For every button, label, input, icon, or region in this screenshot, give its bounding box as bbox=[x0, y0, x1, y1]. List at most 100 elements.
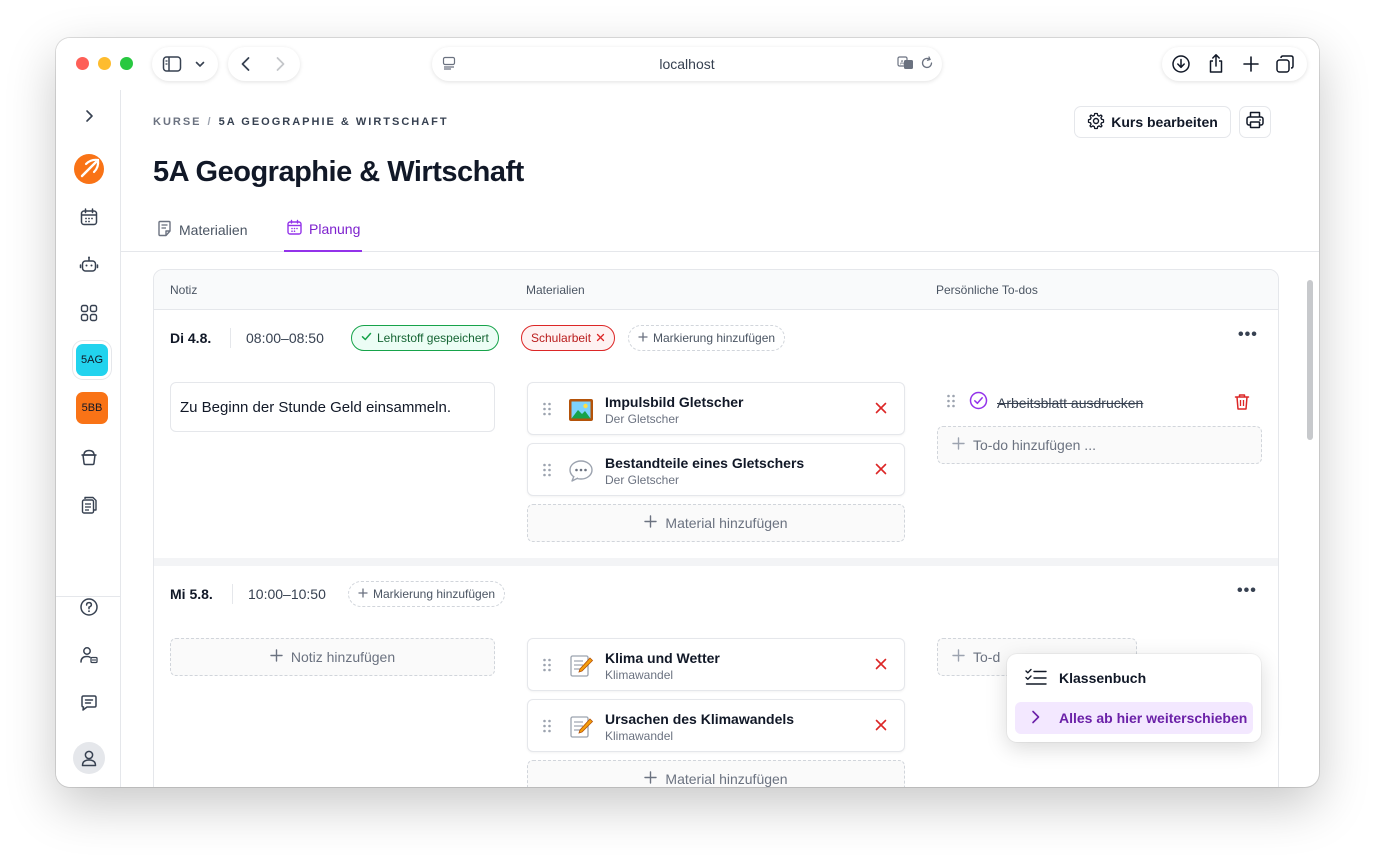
tab-planung[interactable]: Planung bbox=[284, 208, 363, 252]
todo-text: Arbeitsblatt ausdrucken bbox=[997, 395, 1144, 411]
add-material-button[interactable]: Material hinzufügen bbox=[527, 504, 905, 542]
memo-icon bbox=[568, 714, 594, 740]
course-5bb[interactable]: 5BB bbox=[76, 392, 108, 424]
sidebar-toggle-icon[interactable] bbox=[162, 55, 182, 73]
drag-handle-icon[interactable] bbox=[946, 394, 956, 413]
page-menu-icon[interactable] bbox=[442, 56, 456, 70]
column-header-notiz: Notiz bbox=[170, 283, 198, 297]
drag-handle-icon[interactable] bbox=[542, 402, 552, 421]
document-icon bbox=[156, 220, 173, 240]
share-icon[interactable] bbox=[1207, 53, 1225, 75]
expand-sidebar-icon[interactable] bbox=[73, 100, 105, 132]
material-card[interactable]: Ursachen des Klimawandels Klimawandel bbox=[527, 699, 905, 752]
chat-icon[interactable] bbox=[73, 687, 105, 719]
add-todo-label: To-do hinzufügen ... bbox=[973, 437, 1096, 453]
main-content: KURSE / 5A GEOGRAPHIE & WIRTSCHAFT 5A Geog… bbox=[121, 90, 1319, 787]
back-icon[interactable] bbox=[238, 55, 254, 73]
course-label: 5AG bbox=[80, 354, 103, 366]
new-tab-icon[interactable] bbox=[1242, 55, 1260, 73]
plus-icon bbox=[270, 649, 283, 665]
tab-label: Materialien bbox=[179, 222, 248, 238]
drag-handle-icon[interactable] bbox=[542, 719, 552, 738]
add-note-button[interactable]: Notiz hinzufügen bbox=[170, 638, 495, 676]
add-material-button[interactable]: Material hinzufügen bbox=[527, 760, 905, 787]
add-mark-button[interactable]: Markierung hinzufügen bbox=[348, 581, 506, 607]
material-subtitle: Klimawandel bbox=[605, 668, 674, 682]
tab-materialien[interactable]: Materialien bbox=[154, 208, 249, 252]
sidebar-toggle-group bbox=[152, 47, 218, 81]
maximize-window-button[interactable] bbox=[120, 57, 133, 70]
plus-icon bbox=[952, 649, 965, 665]
tab-overview-icon[interactable] bbox=[1275, 54, 1295, 74]
lesson-time: 08:00–08:50 bbox=[246, 330, 324, 346]
material-title: Klima und Wetter bbox=[605, 650, 720, 666]
row-context-menu: Klassenbuch Alles ab hier weiterschieben bbox=[1007, 654, 1261, 742]
note-text: Zu Beginn der Stunde Geld einsammeln. bbox=[180, 398, 451, 416]
edit-course-label: Kurs bearbeiten bbox=[1111, 114, 1218, 130]
remove-material-icon[interactable] bbox=[874, 718, 888, 737]
close-window-button[interactable] bbox=[76, 57, 89, 70]
translate-icon[interactable]: A bbox=[897, 56, 915, 70]
address-bar[interactable]: localhost A bbox=[432, 47, 942, 81]
print-button[interactable] bbox=[1239, 106, 1271, 138]
picture-icon bbox=[568, 397, 594, 423]
more-options-icon[interactable]: ••• bbox=[1237, 582, 1257, 600]
badge-label: Schularbeit bbox=[531, 331, 592, 345]
pot-icon[interactable] bbox=[73, 441, 105, 473]
todo-item[interactable]: Arbeitsblatt ausdrucken bbox=[946, 391, 1143, 415]
menu-item-shift-forward[interactable]: Alles ab hier weiterschieben bbox=[1015, 702, 1253, 734]
check-icon bbox=[361, 331, 372, 345]
material-subtitle: Der Gletscher bbox=[605, 412, 680, 426]
speech-bubble-icon bbox=[568, 458, 594, 484]
add-todo-label: To-d bbox=[973, 649, 1001, 665]
exam-badge[interactable]: Schularbeit bbox=[521, 325, 616, 351]
remove-material-icon[interactable] bbox=[874, 401, 888, 420]
remove-badge-icon[interactable] bbox=[596, 331, 605, 345]
breadcrumb-kurse[interactable]: KURSE bbox=[153, 116, 202, 128]
user-settings-icon[interactable] bbox=[73, 639, 105, 671]
robot-icon[interactable] bbox=[73, 249, 105, 281]
grid-icon[interactable] bbox=[73, 297, 105, 329]
download-icon[interactable] bbox=[1171, 54, 1191, 74]
course-label: 5BB bbox=[81, 402, 103, 414]
material-title: Ursachen des Klimawandels bbox=[605, 711, 795, 727]
drag-handle-icon[interactable] bbox=[542, 463, 552, 482]
material-card[interactable]: Klima und Wetter Klimawandel bbox=[527, 638, 905, 691]
scrollbar-thumb[interactable] bbox=[1307, 280, 1313, 440]
calendar-icon[interactable] bbox=[73, 201, 105, 233]
plus-icon bbox=[638, 331, 648, 345]
menu-item-klassenbuch[interactable]: Klassenbuch bbox=[1015, 662, 1253, 694]
trash-icon[interactable] bbox=[1234, 393, 1250, 416]
drag-handle-icon[interactable] bbox=[542, 658, 552, 677]
edit-course-button[interactable]: Kurs bearbeiten bbox=[1074, 106, 1231, 138]
divider bbox=[232, 584, 233, 604]
note-field[interactable]: Zu Beginn der Stunde Geld einsammeln. bbox=[170, 382, 495, 432]
printer-icon bbox=[1245, 110, 1265, 135]
remove-material-icon[interactable] bbox=[874, 657, 888, 676]
avatar[interactable] bbox=[73, 742, 105, 774]
remove-material-icon[interactable] bbox=[874, 462, 888, 481]
help-icon[interactable] bbox=[73, 591, 105, 623]
browser-toolbar: localhost A bbox=[56, 38, 1319, 90]
forward-icon[interactable] bbox=[272, 55, 288, 73]
add-todo-button[interactable]: To-do hinzufügen ... bbox=[937, 426, 1262, 464]
material-card[interactable]: Impulsbild Gletscher Der Gletscher bbox=[527, 382, 905, 435]
page-title: 5A Geographie & Wirtschaft bbox=[153, 156, 524, 188]
chevron-down-icon[interactable] bbox=[194, 58, 206, 70]
minimize-window-button[interactable] bbox=[98, 57, 111, 70]
add-mark-button[interactable]: Markierung hinzufügen bbox=[628, 325, 786, 351]
tab-bar: Materialien Planung bbox=[121, 208, 1319, 252]
course-5ag[interactable]: 5AG bbox=[76, 344, 108, 376]
add-note-label: Notiz hinzufügen bbox=[290, 649, 396, 665]
add-mark-label: Markierung hinzufügen bbox=[373, 587, 496, 601]
menu-item-label: Alles ab hier weiterschieben bbox=[1059, 710, 1248, 726]
add-material-label: Material hinzufügen bbox=[665, 515, 788, 531]
reload-icon[interactable] bbox=[920, 56, 934, 70]
navigation-group bbox=[228, 47, 300, 81]
documents-icon[interactable] bbox=[73, 489, 105, 521]
more-options-icon[interactable]: ••• bbox=[1238, 326, 1258, 344]
app-logo[interactable] bbox=[73, 153, 105, 185]
material-card[interactable]: Bestandteile eines Gletschers Der Gletsc… bbox=[527, 443, 905, 496]
status-badge[interactable]: Lehrstoff gespeichert bbox=[351, 325, 499, 351]
checked-circle-icon[interactable] bbox=[969, 391, 988, 415]
